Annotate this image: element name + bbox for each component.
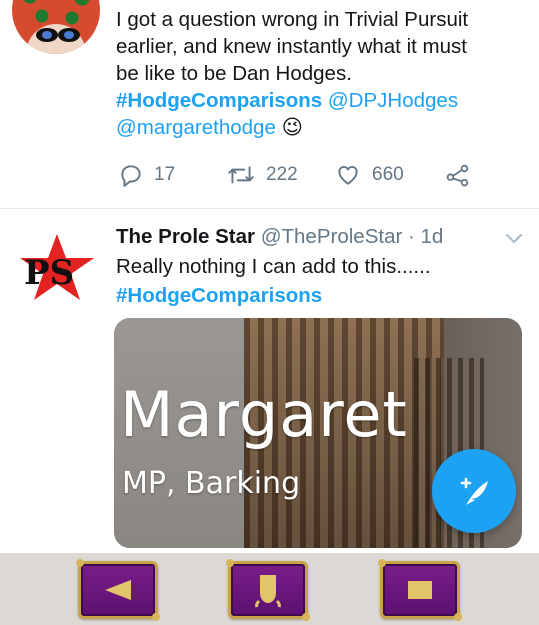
- tweet-time: 1d: [420, 225, 444, 248]
- avatar-eye: [36, 28, 58, 42]
- nav-recent-apps-button[interactable]: [378, 559, 462, 621]
- hashtag-link[interactable]: #HodgeComparisons: [116, 89, 322, 112]
- avatar-eye: [58, 28, 80, 42]
- prole-star-logo-icon: PS: [20, 234, 94, 300]
- heart-icon: [338, 166, 358, 185]
- share-button[interactable]: [444, 162, 472, 188]
- tweet-line: earlier, and knew instantly what it must: [116, 35, 467, 58]
- system-navigation-bar: [0, 553, 539, 625]
- display-name[interactable]: The Prole Star: [116, 225, 255, 248]
- chevron-down-icon: [506, 234, 522, 243]
- tweet-header: The Prole Star @TheProleStar · 1d: [116, 224, 443, 250]
- reply-icon: [121, 165, 141, 187]
- like-button[interactable]: 660: [334, 162, 404, 188]
- media-title-text: Margaret: [120, 378, 408, 451]
- user-avatar[interactable]: PS: [14, 232, 100, 302]
- home-icon: [255, 575, 281, 608]
- nav-home-button[interactable]: [226, 559, 310, 621]
- compose-feather-icon: [460, 477, 488, 505]
- tweet-actions: 17 222 660: [0, 162, 539, 192]
- share-icon: [446, 164, 469, 187]
- like-count: 660: [372, 164, 404, 185]
- user-handle[interactable]: @TheProleStar: [261, 225, 403, 248]
- tweet-divider: [0, 208, 539, 209]
- user-avatar[interactable]: [12, 0, 100, 54]
- wink-emoji: 😉: [281, 116, 303, 139]
- mention-link[interactable]: @DPJHodges: [328, 89, 458, 112]
- compose-tweet-button[interactable]: [432, 449, 516, 533]
- media-subtitle-text: MP, Barking: [122, 466, 301, 501]
- nav-back-button[interactable]: [76, 559, 160, 621]
- hashtag-link[interactable]: #HodgeComparisons: [116, 282, 322, 310]
- retweet-count: 222: [266, 164, 298, 185]
- retweet-icon: [228, 166, 254, 184]
- back-triangle-icon: [105, 580, 131, 600]
- separator: ·: [408, 225, 415, 248]
- retweet-button[interactable]: 222: [226, 162, 298, 188]
- tweet-text: Really nothing I can add to this......: [116, 255, 431, 278]
- tweet-text: I got a question wrong in Trivial Pursui…: [116, 6, 526, 141]
- more-options-button[interactable]: [504, 230, 524, 246]
- tweet-line: I got a question wrong in Trivial Pursui…: [116, 8, 469, 31]
- mention-link[interactable]: @margarethodge: [116, 116, 276, 139]
- reply-button[interactable]: 17: [118, 162, 175, 188]
- tweet-line: be like to be Dan Hodges.: [116, 62, 352, 85]
- svg-text:PS: PS: [24, 253, 74, 293]
- recent-square-icon: [408, 581, 432, 599]
- reply-count: 17: [154, 164, 176, 185]
